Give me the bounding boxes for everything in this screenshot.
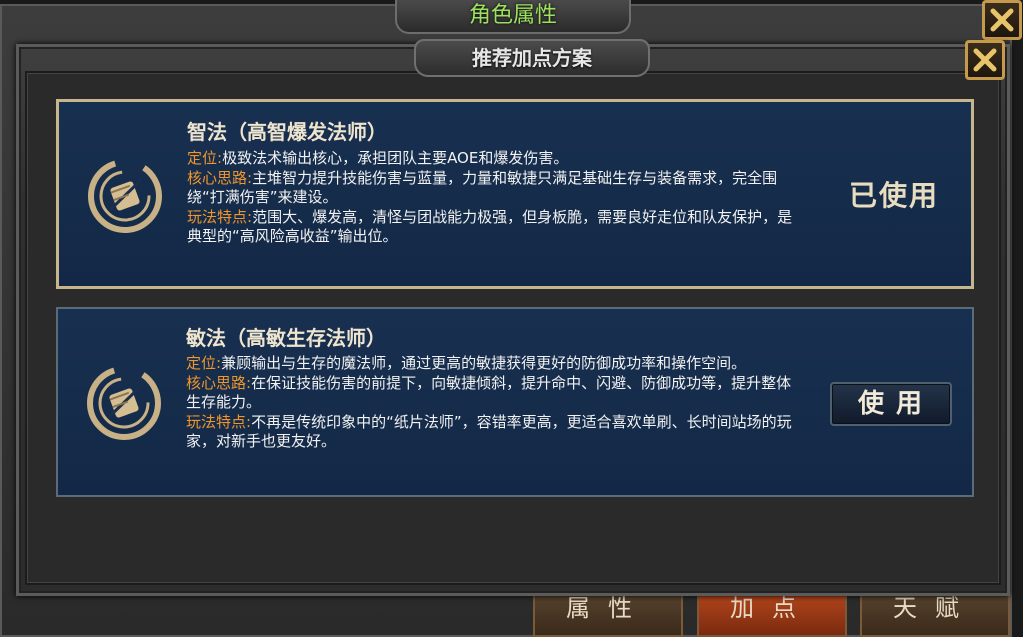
plan-description: 定位:兼顾输出与生存的魔法师，通过更高的敏捷获得更好的防御成功率和操作空间。 核…	[186, 354, 801, 452]
plan-card-intelligence[interactable]: 智法（高智爆发法师） 定位:极致法术输出核心，承担团队主要AOE和爆发伤害。 核…	[56, 99, 974, 289]
outer-close-button[interactable]	[982, 0, 1022, 40]
features-label: 玩法特点:	[187, 207, 253, 226]
outer-title-tab: 角色属性	[395, 0, 631, 34]
positioning-label: 定位:	[186, 354, 222, 372]
features-text: 不再是传统印象中的“纸片法师”，容错率更高，更适合喜欢单刷、长时间站场的玩家，对…	[186, 412, 792, 451]
plan-title: 智法（高智爆发法师）	[187, 120, 387, 144]
mage-class-icon	[88, 159, 162, 233]
features-text: 范围大、爆发高，清怪与团战能力极强，但身板脆，需要良好走位和队友保护，是典型的“…	[187, 207, 793, 246]
close-icon	[973, 48, 997, 72]
mage-class-icon	[87, 366, 161, 440]
core-idea-label: 核心思路:	[187, 168, 253, 187]
plan-description: 定位:极致法术输出核心，承担团队主要AOE和爆发伤害。 核心思路:主堆智力提升技…	[187, 149, 802, 247]
core-idea-label: 核心思路:	[186, 373, 252, 392]
tab-add-points-label: 加点	[730, 594, 814, 622]
dialog-close-button[interactable]	[965, 40, 1005, 80]
close-icon	[990, 8, 1014, 32]
positioning-text: 极致法术输出核心，承担团队主要AOE和爆发伤害。	[222, 149, 569, 167]
recommended-plan-dialog: 推荐加点方案 智法（高智爆发法师） 定位:极致法术输出核心，承担团队主要AOE和…	[16, 39, 1010, 596]
tab-talent-label: 天赋	[893, 594, 977, 622]
tab-attributes-label: 属性	[566, 594, 650, 622]
positioning-label: 定位:	[187, 149, 223, 167]
plan-title: 敏法（高敏生存法师）	[186, 326, 386, 350]
core-idea-text: 在保证技能伤害的前提下，向敏捷倾斜，提升命中、闪避、防御成功等，提升整体生存能力…	[186, 373, 792, 412]
features-label: 玩法特点:	[186, 412, 252, 431]
plan-card-agility[interactable]: 敏法（高敏生存法师） 定位:兼顾输出与生存的魔法师，通过更高的敏捷获得更好的防御…	[56, 307, 974, 497]
outer-window-title: 角色属性	[468, 3, 557, 28]
dialog-title-tab: 推荐加点方案	[414, 39, 650, 77]
use-plan-button[interactable]: 使用	[830, 382, 952, 426]
dialog-title: 推荐加点方案	[472, 46, 592, 70]
core-idea-text: 主堆智力提升技能伤害与蓝量，力量和敏捷只满足基础生存与装备需求，完全围绕“打满伤…	[187, 168, 778, 207]
in-use-status: 已使用	[849, 179, 940, 212]
positioning-text: 兼顾输出与生存的魔法师，通过更高的敏捷获得更好的防御成功率和操作空间。	[221, 354, 747, 372]
